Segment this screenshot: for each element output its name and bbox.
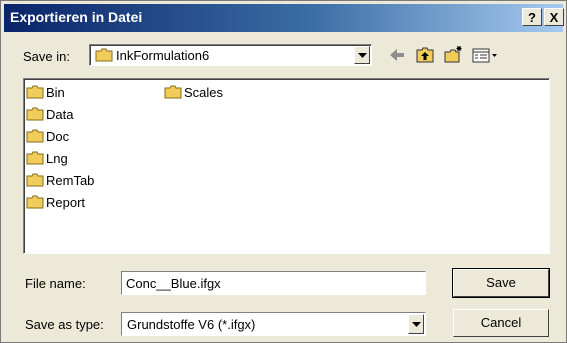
folder-icon bbox=[26, 85, 44, 99]
save-in-dropdown[interactable]: InkFormulation6 bbox=[89, 44, 372, 66]
up-folder-icon[interactable] bbox=[415, 45, 435, 65]
folder-icon bbox=[26, 195, 44, 209]
close-button[interactable]: X bbox=[544, 8, 564, 26]
folder-item-report[interactable]: Report bbox=[26, 193, 85, 211]
new-folder-icon[interactable] bbox=[443, 45, 463, 65]
folder-item-lng[interactable]: Lng bbox=[26, 149, 68, 167]
folder-icon bbox=[26, 173, 44, 187]
file-name-input[interactable]: Conc__Blue.ifgx bbox=[121, 271, 426, 295]
file-name-value: Conc__Blue.ifgx bbox=[126, 276, 221, 291]
save-as-type-dropdown[interactable]: Grundstoffe V6 (*.ifgx) bbox=[121, 312, 426, 336]
export-dialog: Exportieren in Datei ? X Save in: InkFor… bbox=[0, 0, 567, 343]
chevron-down-icon bbox=[412, 322, 421, 327]
folder-item-data[interactable]: Data bbox=[26, 105, 73, 123]
folder-icon bbox=[26, 129, 44, 143]
folder-label: Doc bbox=[46, 128, 70, 144]
save-in-label: Save in: bbox=[23, 49, 70, 64]
save-as-type-value: Grundstoffe V6 (*.ifgx) bbox=[127, 317, 256, 332]
back-arrow-icon[interactable] bbox=[387, 45, 407, 65]
save-as-type-dropdown-button[interactable] bbox=[408, 314, 424, 334]
folder-icon bbox=[95, 48, 113, 62]
title-bar[interactable]: Exportieren in Datei ? X bbox=[4, 4, 564, 32]
folder-label: Scales bbox=[184, 84, 224, 100]
folder-icon bbox=[26, 107, 44, 121]
save-as-type-label: Save as type: bbox=[25, 317, 104, 332]
folder-icon bbox=[26, 151, 44, 165]
file-name-label: File name: bbox=[25, 276, 86, 291]
folder-item-bin[interactable]: Bin bbox=[26, 83, 65, 101]
file-list-frame bbox=[24, 79, 549, 253]
dialog-title: Exportieren in Datei bbox=[10, 9, 143, 25]
save-button[interactable]: Save bbox=[452, 268, 550, 298]
folder-item-scales[interactable]: Scales bbox=[164, 83, 223, 101]
folder-label: Bin bbox=[46, 84, 65, 100]
save-in-dropdown-button[interactable] bbox=[354, 46, 370, 64]
folder-label: RemTab bbox=[46, 172, 95, 188]
folder-icon bbox=[164, 85, 182, 99]
cancel-button[interactable]: Cancel bbox=[453, 309, 549, 337]
help-button[interactable]: ? bbox=[522, 8, 542, 26]
folder-item-doc[interactable]: Doc bbox=[26, 127, 69, 145]
chevron-down-icon bbox=[358, 53, 367, 58]
save-in-value: InkFormulation6 bbox=[116, 48, 210, 63]
folder-label: Lng bbox=[46, 150, 68, 166]
folder-label: Report bbox=[46, 194, 86, 210]
view-menu-icon[interactable] bbox=[471, 45, 499, 65]
folder-item-remtab[interactable]: RemTab bbox=[26, 171, 94, 189]
file-list[interactable]: Bin Data Doc Lng RemTab Report Scales bbox=[23, 78, 550, 254]
folder-label: Data bbox=[46, 106, 74, 122]
